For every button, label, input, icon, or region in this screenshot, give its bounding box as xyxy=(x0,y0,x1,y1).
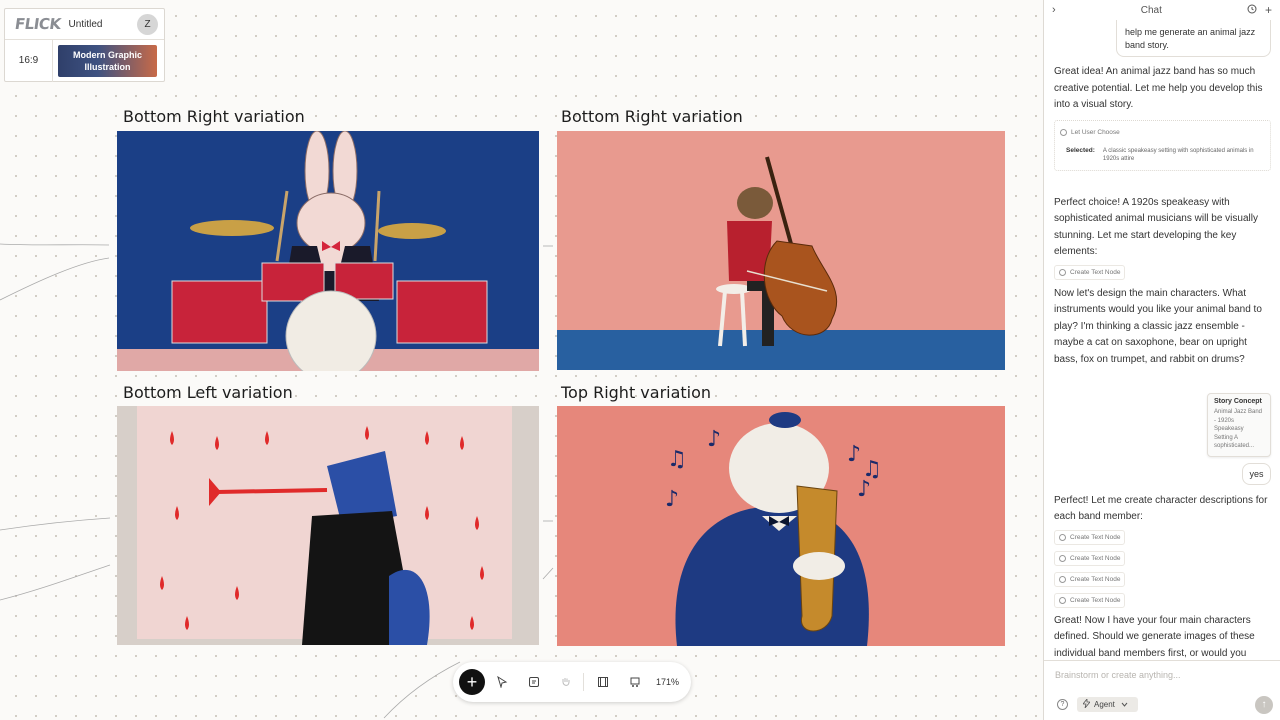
send-button[interactable]: ↑ xyxy=(1255,696,1273,714)
user-choice-card: Let User Choose Selected: A classic spea… xyxy=(1054,119,1271,171)
check-icon xyxy=(1060,128,1067,136)
agent-label: Agent xyxy=(1094,700,1115,709)
svg-text:♪: ♪ xyxy=(665,487,679,512)
zoom-level[interactable]: 171% xyxy=(656,677,679,687)
image-wolf-trumpeter[interactable] xyxy=(117,406,539,645)
svg-text:♫: ♫ xyxy=(667,447,687,472)
tool-call[interactable]: Create Text Node xyxy=(1054,264,1126,280)
style-label-line2: Illustration xyxy=(84,62,131,72)
file-title[interactable]: Untitled xyxy=(69,19,137,30)
assistant-message: Great idea! An animal jazz band has so m… xyxy=(1054,66,1263,110)
selected-option: Selected: A classic speakeasy setting wi… xyxy=(1066,146,1254,163)
user-message: yes xyxy=(1242,462,1271,485)
user-message: help me generate an animal jazz band sto… xyxy=(1116,20,1271,57)
lightning-icon xyxy=(1082,697,1091,710)
check-icon xyxy=(1059,533,1066,541)
note-icon[interactable] xyxy=(519,667,549,697)
film-icon[interactable] xyxy=(588,667,618,697)
panel-title: Top Right variation xyxy=(561,383,712,402)
assistant-message: Now let's design the main characters. Wh… xyxy=(1054,287,1262,365)
tool-call[interactable]: Let User Choose xyxy=(1058,125,1122,139)
canvas-toolbar: + 171% xyxy=(453,662,691,702)
tool-call[interactable]: Create Text Node xyxy=(1054,550,1126,566)
chevron-down-icon xyxy=(1121,700,1128,709)
new-chat-icon[interactable]: + xyxy=(1265,3,1272,17)
project-card[interactable]: FLICK Untitled Z 16:9 Modern Graphic Ill… xyxy=(4,8,165,82)
image-cat-saxophonist[interactable]: ♫ ♪ ♪ ♪ ♫ ♪ xyxy=(557,406,1005,646)
style-label-line1: Modern Graphic xyxy=(72,50,142,60)
check-icon xyxy=(1059,596,1066,604)
check-icon xyxy=(1059,575,1066,583)
concept-title: Story Concept xyxy=(1214,398,1262,405)
chat-header: › Chat + xyxy=(1044,0,1280,20)
concept-body: Animal Jazz Band - 1920s Speakeasy Setti… xyxy=(1214,409,1263,449)
check-icon xyxy=(1059,268,1066,276)
chat-input-area: Brainstorm or create anything... ? Agent… xyxy=(1044,660,1280,720)
svg-text:♪: ♪ xyxy=(707,427,721,452)
tool-call[interactable]: Create Text Node xyxy=(1054,529,1126,545)
hand-icon[interactable] xyxy=(551,667,581,697)
image-rabbit-drummer[interactable] xyxy=(117,131,539,371)
aspect-ratio[interactable]: 16:9 xyxy=(5,40,53,82)
app-logo[interactable]: FLICK xyxy=(14,15,62,33)
tool-call[interactable]: Create Text Node xyxy=(1054,571,1126,587)
assistant-message: Perfect choice! A 1920s speakeasy with s… xyxy=(1054,196,1258,258)
canvas[interactable]: FLICK Untitled Z 16:9 Modern Graphic Ill… xyxy=(0,0,1043,720)
pointer-icon[interactable] xyxy=(487,667,517,697)
panel-title: Bottom Right variation xyxy=(561,107,743,126)
toolbar-divider xyxy=(583,673,584,691)
svg-text:♪: ♪ xyxy=(847,442,861,467)
check-icon xyxy=(1059,554,1066,562)
story-concept-card[interactable]: Story Concept Animal Jazz Band - 1920s S… xyxy=(1207,393,1271,457)
tool-call[interactable]: Create Text Node xyxy=(1054,592,1126,608)
panel-title: Bottom Right variation xyxy=(123,107,305,126)
frames-icon[interactable] xyxy=(620,667,650,697)
chat-title: Chat xyxy=(1140,4,1162,16)
svg-text:♪: ♪ xyxy=(857,477,871,502)
help-icon[interactable]: ? xyxy=(1057,699,1068,710)
add-icon[interactable]: + xyxy=(459,669,485,695)
image-bear-bassist[interactable] xyxy=(557,131,1005,370)
chat-input[interactable]: Brainstorm or create anything... xyxy=(1055,670,1181,680)
assistant-message: Perfect! Let me create character descrip… xyxy=(1054,494,1268,523)
style-thumbnail[interactable]: Modern Graphic Illustration xyxy=(58,45,157,77)
chat-panel: › Chat + help me generate an animal jazz… xyxy=(1043,0,1280,720)
panel-title: Bottom Left variation xyxy=(123,383,293,402)
assistant-message: Great! Now I have your four main charact… xyxy=(1054,614,1255,659)
history-icon[interactable] xyxy=(1247,4,1257,17)
user-avatar[interactable]: Z xyxy=(137,13,158,35)
chat-messages[interactable]: help me generate an animal jazz band sto… xyxy=(1044,20,1280,660)
agent-mode-select[interactable]: Agent xyxy=(1077,697,1138,712)
